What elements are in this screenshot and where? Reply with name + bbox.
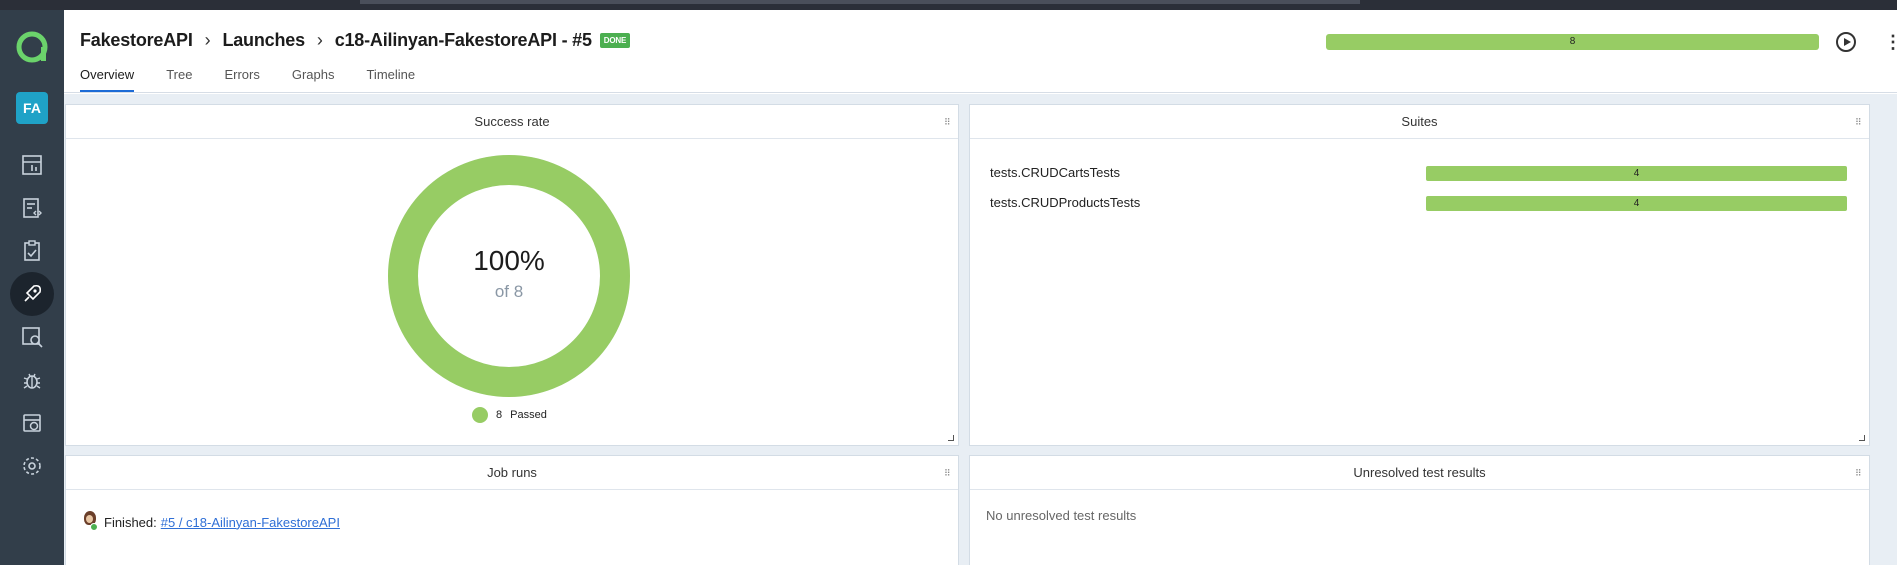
status-badge: DONE xyxy=(599,33,631,48)
launch-tabs: Overview Tree Errors Graphs Timeline xyxy=(80,67,447,92)
success-donut-chart: 100% of 8 xyxy=(388,155,630,397)
run-launch-button[interactable] xyxy=(1836,32,1856,52)
job-run-link[interactable]: #5 / c18-Ailinyan-FakestoreAPI xyxy=(161,515,340,530)
analytics-icon[interactable] xyxy=(10,315,54,359)
drag-handle-icon[interactable]: ⠿ xyxy=(1855,117,1862,127)
test-cases-icon[interactable] xyxy=(10,186,54,230)
success-total: of 8 xyxy=(494,282,524,301)
legend-label: Passed xyxy=(510,409,547,421)
widget-title: Suites ⠿ xyxy=(970,105,1869,139)
suites-widget: Suites ⠿ tests.CRUDCartsTests 4 tests.CR… xyxy=(969,104,1870,446)
job-run-row: Finished: #5 / c18-Ailinyan-FakestoreAPI xyxy=(82,511,340,533)
tab-tree[interactable]: Tree xyxy=(166,67,192,92)
drag-handle-icon[interactable]: ⠿ xyxy=(1855,468,1862,478)
more-options-icon[interactable]: ⋮ xyxy=(1884,32,1897,52)
tab-timeline[interactable]: Timeline xyxy=(366,67,415,92)
unresolved-title: Unresolved test results xyxy=(1353,465,1486,480)
donut-legend: 8 Passed xyxy=(472,407,547,423)
widget-title: Job runs ⠿ xyxy=(66,456,958,490)
success-percent: 100% xyxy=(473,245,545,276)
page-title: c18-Ailinyan-FakestoreAPI - #5 xyxy=(334,30,592,50)
tab-overview[interactable]: Overview xyxy=(80,67,135,92)
tab-errors[interactable]: Errors xyxy=(224,67,259,92)
browser-tab-strip xyxy=(360,0,1360,4)
user-avatar xyxy=(82,511,98,533)
suites-title: Suites xyxy=(1401,114,1438,129)
defects-icon[interactable] xyxy=(10,358,54,402)
page-header: FakestoreAPI › Launches › c18-Ailinyan-F… xyxy=(64,10,1897,93)
test-plans-icon[interactable] xyxy=(10,229,54,273)
jobs-icon[interactable] xyxy=(10,401,54,445)
breadcrumb: FakestoreAPI › Launches › c18-Ailinyan-F… xyxy=(80,30,631,51)
job-status-label: Finished: xyxy=(104,514,157,530)
dashboard-icon[interactable] xyxy=(10,143,54,187)
chevron-right-icon: › xyxy=(316,30,323,50)
job-runs-title: Job runs xyxy=(487,465,537,480)
widget-title: Unresolved test results ⠿ xyxy=(970,456,1869,490)
suite-name[interactable]: tests.CRUDCartsTests xyxy=(990,165,1120,180)
job-runs-widget: Job runs ⠿ Finished: #5 / c18-Ailinyan-F… xyxy=(65,455,959,565)
project-avatar[interactable]: FA xyxy=(16,92,48,124)
chevron-right-icon: › xyxy=(204,30,211,50)
empty-state-text: No unresolved test results xyxy=(986,508,1137,523)
browser-top-strip xyxy=(0,0,1897,10)
breadcrumb-project[interactable]: FakestoreAPI xyxy=(80,30,193,51)
drag-handle-icon[interactable]: ⠿ xyxy=(944,117,951,127)
launches-icon[interactable] xyxy=(10,272,54,316)
suite-name[interactable]: tests.CRUDProductsTests xyxy=(990,195,1140,210)
resize-handle-icon[interactable] xyxy=(1859,435,1865,441)
sidebar: FA xyxy=(0,10,64,565)
resize-handle-icon[interactable] xyxy=(948,435,954,441)
breadcrumb-launches[interactable]: Launches xyxy=(222,30,305,51)
success-rate-widget: Success rate ⠿ 100% of 8 8 Passed xyxy=(65,104,959,446)
launch-progress-bar[interactable]: 8 xyxy=(1326,34,1819,50)
settings-icon[interactable] xyxy=(10,444,54,488)
legend-count: 8 xyxy=(496,409,503,421)
overview-content: Success rate ⠿ 100% of 8 8 Passed Suites… xyxy=(64,94,1897,565)
widget-title: Success rate ⠿ xyxy=(66,105,958,139)
allure-logo-icon[interactable] xyxy=(14,29,50,65)
unresolved-widget: Unresolved test results ⠿ No unresolved … xyxy=(969,455,1870,565)
success-status-icon xyxy=(90,523,98,531)
drag-handle-icon[interactable]: ⠿ xyxy=(944,468,951,478)
suite-progress-bar[interactable]: 4 xyxy=(1426,166,1847,181)
suite-progress-bar[interactable]: 4 xyxy=(1426,196,1847,211)
tab-graphs[interactable]: Graphs xyxy=(292,67,335,92)
success-rate-title: Success rate xyxy=(474,114,550,129)
passed-dot-icon xyxy=(472,407,488,423)
